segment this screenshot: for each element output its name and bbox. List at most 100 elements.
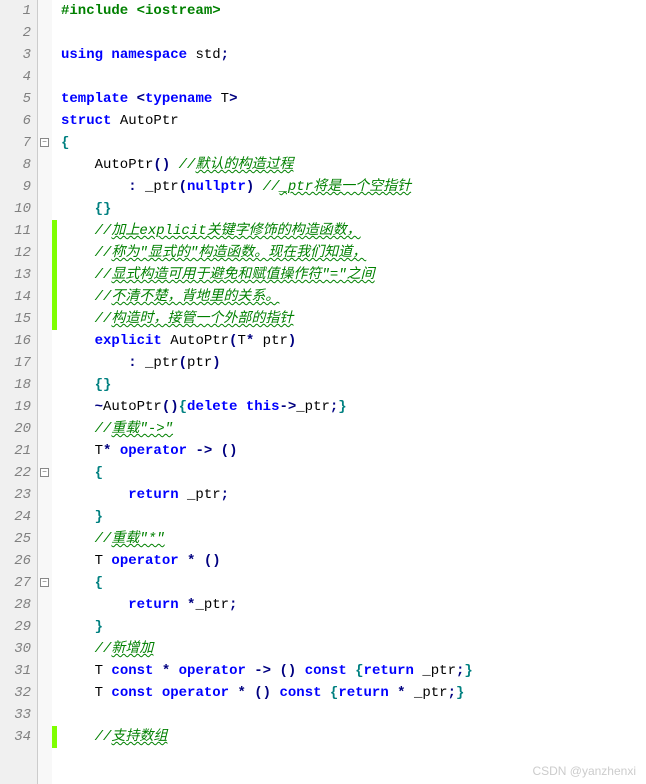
- code-line[interactable]: [61, 704, 646, 726]
- code-token: ): [288, 333, 296, 349]
- code-line[interactable]: T const * operator -> () const {return _…: [61, 660, 646, 682]
- code-line[interactable]: }: [61, 506, 646, 528]
- code-token: operator: [162, 685, 238, 701]
- code-token: _ptr: [195, 597, 229, 613]
- code-token: using: [61, 47, 111, 63]
- code-line[interactable]: using namespace std;: [61, 44, 646, 66]
- code-editor[interactable]: 1234567891011121314151617181920212223242…: [0, 0, 646, 784]
- code-line[interactable]: }: [61, 616, 646, 638]
- code-token: const: [305, 663, 355, 679]
- line-number: 32: [0, 682, 31, 704]
- code-area[interactable]: #include <iostream> using namespace std; t…: [57, 0, 646, 784]
- code-token: //: [95, 245, 112, 261]
- line-number: 19: [0, 396, 31, 418]
- code-line[interactable]: //显式构造可用于避免和赋值操作符"="之间: [61, 264, 646, 286]
- code-line[interactable]: //重载"*": [61, 528, 646, 550]
- code-line[interactable]: return *_ptr;: [61, 594, 646, 616]
- code-token: <: [137, 91, 145, 107]
- line-number: 6: [0, 110, 31, 132]
- change-marker: [52, 264, 57, 286]
- code-token: [61, 267, 95, 283]
- fold-toggle-icon[interactable]: −: [40, 138, 49, 147]
- code-token: {: [95, 575, 103, 591]
- code-line[interactable]: T* operator -> (): [61, 440, 646, 462]
- code-token: }: [95, 509, 103, 525]
- fold-toggle-icon[interactable]: −: [40, 578, 49, 587]
- code-token: [61, 201, 95, 217]
- code-token: T: [61, 553, 111, 569]
- code-token: {: [95, 465, 103, 481]
- code-line[interactable]: #include <iostream>: [61, 0, 646, 22]
- code-token: //: [95, 267, 112, 283]
- code-line[interactable]: struct AutoPtr: [61, 110, 646, 132]
- code-line[interactable]: {}: [61, 374, 646, 396]
- code-token: *: [187, 553, 204, 569]
- line-number: 22: [0, 462, 31, 484]
- code-line[interactable]: template <typename T>: [61, 88, 646, 110]
- code-token: [61, 487, 128, 503]
- code-token: [61, 421, 95, 437]
- line-number: 26: [0, 550, 31, 572]
- fold-toggle-icon[interactable]: −: [40, 468, 49, 477]
- code-token: 称为"显式的"构造函数。现在我们知道，: [111, 245, 366, 261]
- code-token: #include: [61, 3, 137, 19]
- line-number: 34: [0, 726, 31, 748]
- code-token: 默认的构造过程: [195, 157, 293, 173]
- code-token: (): [162, 399, 179, 415]
- line-number: 18: [0, 374, 31, 396]
- code-line[interactable]: : _ptr(nullptr) //_ptr将是一个空指针: [61, 176, 646, 198]
- code-token: [61, 333, 95, 349]
- code-token: std: [195, 47, 220, 63]
- code-token: operator: [120, 443, 196, 459]
- code-line[interactable]: : _ptr(ptr): [61, 352, 646, 374]
- code-line[interactable]: AutoPtr() //默认的构造过程: [61, 154, 646, 176]
- code-token: AutoPtr: [103, 399, 162, 415]
- code-line[interactable]: //不清不楚，背地里的关系。: [61, 286, 646, 308]
- line-number: 17: [0, 352, 31, 374]
- code-line[interactable]: [61, 66, 646, 88]
- code-line[interactable]: {: [61, 462, 646, 484]
- code-line[interactable]: return _ptr;: [61, 484, 646, 506]
- code-line[interactable]: {: [61, 572, 646, 594]
- code-token: _ptr: [422, 663, 456, 679]
- fold-column[interactable]: − − −: [38, 0, 52, 784]
- code-token: :: [128, 179, 145, 195]
- code-token: (: [179, 179, 187, 195]
- code-line[interactable]: //称为"显式的"构造函数。现在我们知道，: [61, 242, 646, 264]
- code-line[interactable]: //构造时，接管一个外部的指针: [61, 308, 646, 330]
- line-number: 2: [0, 22, 31, 44]
- code-line[interactable]: explicit AutoPtr(T* ptr): [61, 330, 646, 352]
- code-token: return: [364, 663, 423, 679]
- code-line[interactable]: [61, 22, 646, 44]
- change-marker-column: [52, 0, 57, 784]
- code-token: nullptr: [187, 179, 246, 195]
- code-token: 新增加: [111, 641, 153, 657]
- code-token: ;: [221, 47, 229, 63]
- code-line[interactable]: //支持数组: [61, 726, 646, 748]
- code-token: 加上explicit关键字修饰的构造函数，: [111, 223, 360, 239]
- code-token: this: [246, 399, 280, 415]
- code-token: 支持数组: [111, 729, 167, 745]
- code-token: //: [263, 179, 280, 195]
- change-marker: [52, 220, 57, 242]
- code-token: //: [95, 729, 112, 745]
- code-line[interactable]: {: [61, 132, 646, 154]
- code-line[interactable]: //新增加: [61, 638, 646, 660]
- code-token: [61, 465, 95, 481]
- code-token: {: [179, 399, 187, 415]
- change-marker: [52, 726, 57, 748]
- code-token: {}: [95, 377, 112, 393]
- code-token: *: [246, 333, 263, 349]
- code-line[interactable]: //加上explicit关键字修饰的构造函数，: [61, 220, 646, 242]
- code-token: ->: [195, 443, 220, 459]
- line-number: 30: [0, 638, 31, 660]
- code-token: [61, 597, 128, 613]
- code-line[interactable]: ~AutoPtr(){delete this->_ptr;}: [61, 396, 646, 418]
- code-line[interactable]: T const operator * () const {return * _p…: [61, 682, 646, 704]
- code-token: :: [128, 355, 145, 371]
- code-line[interactable]: {}: [61, 198, 646, 220]
- code-line[interactable]: T operator * (): [61, 550, 646, 572]
- code-token: 重载"->": [111, 421, 173, 437]
- code-line[interactable]: //重载"->": [61, 418, 646, 440]
- line-number: 14: [0, 286, 31, 308]
